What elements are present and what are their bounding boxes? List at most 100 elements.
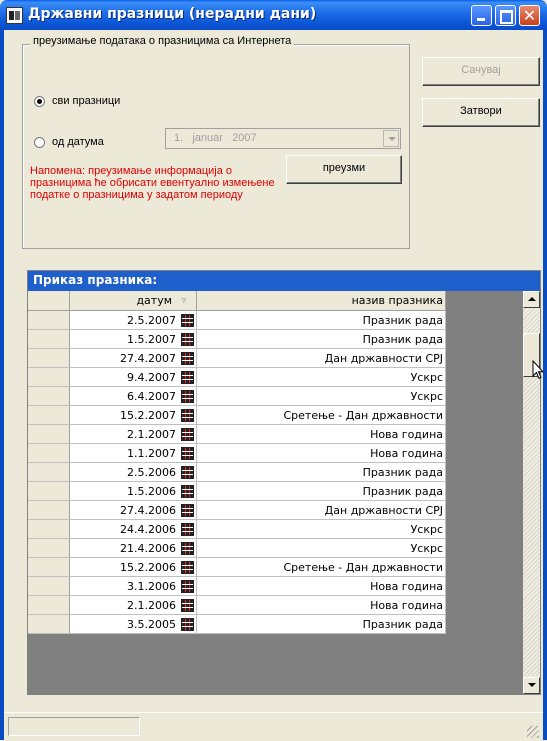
row-selector[interactable] <box>28 387 70 406</box>
row-selector[interactable] <box>28 311 70 330</box>
name-cell[interactable]: Ускрс <box>197 368 446 387</box>
name-cell[interactable]: Нова година <box>197 577 446 596</box>
name-cell[interactable]: Празник рада <box>197 482 446 501</box>
table-row[interactable]: 15.2.2007 Сретење - Дан државности <box>28 406 523 425</box>
table-row[interactable]: 21.4.2006 Ускрс <box>28 539 523 558</box>
row-selector[interactable] <box>28 615 70 634</box>
date-cell[interactable]: 15.2.2006 <box>70 558 197 577</box>
name-cell[interactable]: Нова година <box>197 596 446 615</box>
app-window-icon[interactable] <box>6 7 23 24</box>
calendar-icon[interactable] <box>181 428 194 441</box>
radio-all-holidays[interactable] <box>34 96 45 107</box>
row-selector[interactable] <box>28 368 70 387</box>
radio-from-date-label[interactable]: од датума <box>52 136 104 148</box>
row-selector[interactable] <box>28 463 70 482</box>
title-bar[interactable]: Државни празници (нерадни дани) ✕ <box>0 0 547 30</box>
calendar-icon[interactable] <box>181 371 194 384</box>
close-button[interactable]: Затвори <box>422 98 540 127</box>
row-selector[interactable] <box>28 558 70 577</box>
row-selector-header[interactable] <box>28 291 70 311</box>
row-selector[interactable] <box>28 539 70 558</box>
resize-grip-icon[interactable] <box>527 726 539 738</box>
table-row[interactable]: 3.5.2005 Празник рада <box>28 615 523 634</box>
row-selector[interactable] <box>28 482 70 501</box>
date-cell[interactable]: 2.1.2007 <box>70 425 197 444</box>
table-row[interactable]: 2.5.2007 Празник рада <box>28 311 523 330</box>
maximize-icon[interactable] <box>495 5 516 26</box>
name-cell[interactable]: Празник рада <box>197 330 446 349</box>
date-cell[interactable]: 27.4.2006 <box>70 501 197 520</box>
date-cell[interactable]: 3.1.2006 <box>70 577 197 596</box>
row-selector[interactable] <box>28 330 70 349</box>
row-selector[interactable] <box>28 425 70 444</box>
date-cell[interactable]: 1.5.2006 <box>70 482 197 501</box>
row-selector[interactable] <box>28 349 70 368</box>
date-cell[interactable]: 15.2.2007 <box>70 406 197 425</box>
name-cell[interactable]: Нова година <box>197 425 446 444</box>
name-cell[interactable]: Дан државности СРЈ <box>197 349 446 368</box>
table-row[interactable]: 2.1.2006 Нова година <box>28 596 523 615</box>
calendar-icon[interactable] <box>181 314 194 327</box>
table-row[interactable]: 3.1.2006 Нова година <box>28 577 523 596</box>
calendar-icon[interactable] <box>181 599 194 612</box>
date-cell[interactable]: 9.4.2007 <box>70 368 197 387</box>
name-cell[interactable]: Празник рада <box>197 311 446 330</box>
date-cell[interactable]: 6.4.2007 <box>70 387 197 406</box>
table-row[interactable]: 27.4.2006 Дан државности СРЈ <box>28 501 523 520</box>
name-cell[interactable]: Ускрс <box>197 387 446 406</box>
column-header-date[interactable]: датум ▿ <box>70 291 197 311</box>
scroll-up-icon[interactable] <box>523 291 540 308</box>
table-row[interactable]: 15.2.2006 Сретење - Дан државности <box>28 558 523 577</box>
date-cell[interactable]: 2.5.2007 <box>70 311 197 330</box>
date-cell[interactable]: 27.4.2007 <box>70 349 197 368</box>
row-selector[interactable] <box>28 406 70 425</box>
name-cell[interactable]: Сретење - Дан државности <box>197 406 446 425</box>
row-selector[interactable] <box>28 501 70 520</box>
calendar-icon[interactable] <box>181 542 194 555</box>
scroll-down-icon[interactable] <box>523 677 540 694</box>
table-row[interactable]: 2.5.2006 Празник рада <box>28 463 523 482</box>
holidays-grid[interactable]: Приказ празника: датум ▿ назив празника … <box>27 270 541 695</box>
date-cell[interactable]: 1.5.2007 <box>70 330 197 349</box>
table-row[interactable]: 24.4.2006 Ускрс <box>28 520 523 539</box>
name-cell[interactable]: Сретење - Дан државности <box>197 558 446 577</box>
calendar-icon[interactable] <box>181 352 194 365</box>
table-row[interactable]: 1.5.2007 Празник рада <box>28 330 523 349</box>
calendar-icon[interactable] <box>181 409 194 422</box>
calendar-icon[interactable] <box>181 580 194 593</box>
chevron-down-icon[interactable] <box>383 130 399 147</box>
minimize-icon[interactable] <box>471 5 492 26</box>
name-cell[interactable]: Празник рада <box>197 463 446 482</box>
row-selector[interactable] <box>28 596 70 615</box>
date-cell[interactable]: 21.4.2006 <box>70 539 197 558</box>
calendar-icon[interactable] <box>181 485 194 498</box>
date-combo[interactable]: 1. januar 2007 <box>165 128 401 149</box>
row-selector[interactable] <box>28 520 70 539</box>
table-row[interactable]: 1.5.2006 Празник рада <box>28 482 523 501</box>
row-selector[interactable] <box>28 444 70 463</box>
calendar-icon[interactable] <box>181 523 194 536</box>
table-row[interactable]: 27.4.2007 Дан државности СРЈ <box>28 349 523 368</box>
calendar-icon[interactable] <box>181 561 194 574</box>
date-cell[interactable]: 3.5.2005 <box>70 615 197 634</box>
date-cell[interactable]: 2.5.2006 <box>70 463 197 482</box>
close-icon[interactable]: ✕ <box>519 5 540 26</box>
download-button[interactable]: преузми <box>286 155 402 184</box>
calendar-icon[interactable] <box>181 466 194 479</box>
calendar-icon[interactable] <box>181 618 194 631</box>
name-cell[interactable]: Ускрс <box>197 520 446 539</box>
table-row[interactable]: 9.4.2007 Ускрс <box>28 368 523 387</box>
calendar-icon[interactable] <box>181 333 194 346</box>
name-cell[interactable]: Нова година <box>197 444 446 463</box>
column-header-name[interactable]: назив празника <box>197 291 446 311</box>
name-cell[interactable]: Дан државности СРЈ <box>197 501 446 520</box>
table-row[interactable]: 1.1.2007 Нова година <box>28 444 523 463</box>
table-row[interactable]: 2.1.2007 Нова година <box>28 425 523 444</box>
calendar-icon[interactable] <box>181 504 194 517</box>
name-cell[interactable]: Празник рада <box>197 615 446 634</box>
save-button[interactable]: Сачувај <box>422 57 540 86</box>
radio-all-holidays-label[interactable]: сви празници <box>52 95 120 107</box>
date-cell[interactable]: 24.4.2006 <box>70 520 197 539</box>
calendar-icon[interactable] <box>181 390 194 403</box>
table-row[interactable]: 6.4.2007 Ускрс <box>28 387 523 406</box>
